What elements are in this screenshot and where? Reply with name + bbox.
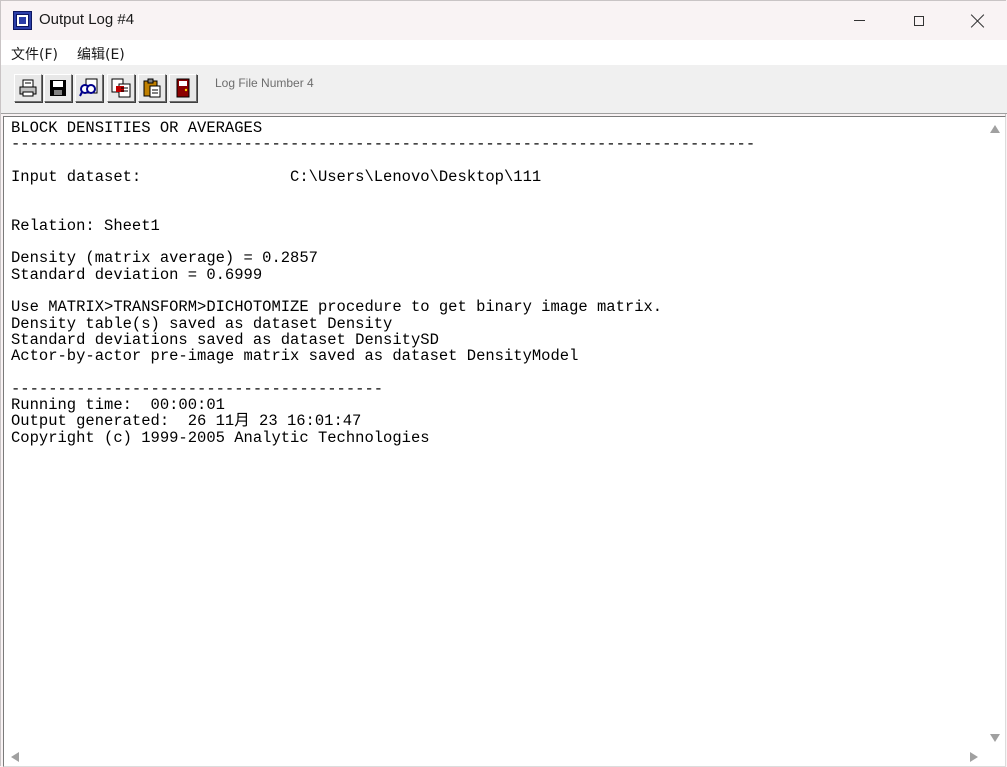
copy-button[interactable] (107, 74, 135, 102)
print-icon (19, 79, 37, 97)
menu-file[interactable]: 文件(F) (11, 44, 58, 64)
log-line: BLOCK DENSITIES OR AVERAGES (11, 119, 263, 137)
print-button[interactable] (14, 74, 42, 102)
log-line: Use MATRIX>TRANSFORM>DICHOTOMIZE procedu… (11, 298, 663, 317)
exit-button[interactable] (169, 74, 197, 102)
title-bar[interactable]: Output Log #4 (1, 1, 1007, 40)
close-button[interactable] (949, 1, 1007, 40)
log-line: Input dataset: C:\Users\Lenovo\Desktop\1… (11, 167, 542, 186)
log-line: Relation: Sheet1 (11, 216, 160, 235)
maximize-icon (914, 15, 924, 26)
minimize-icon (853, 20, 865, 21)
log-line: Standard deviations saved as dataset Den… (11, 330, 439, 349)
paste-button[interactable] (138, 74, 166, 102)
scroll-left-icon[interactable] (11, 752, 19, 762)
menu-edit[interactable]: 编辑(E) (77, 44, 125, 64)
save-button[interactable] (44, 74, 72, 102)
scroll-down-icon[interactable] (990, 734, 1000, 742)
paste-icon (143, 78, 161, 98)
find-button[interactable] (75, 74, 103, 102)
window-title: Output Log #4 (39, 11, 135, 28)
menu-bar: 文件(F) 编辑(E) (1, 40, 1007, 64)
find-icon (79, 78, 98, 97)
toolbar: Log File Number 4 (1, 64, 1007, 114)
log-line: Actor-by-actor pre-image matrix saved as… (11, 347, 579, 366)
scroll-up-icon[interactable] (990, 125, 1000, 133)
copy-icon (111, 78, 131, 98)
log-output-area[interactable]: BLOCK DENSITIES OR AVERAGES ------------… (3, 116, 1006, 767)
minimize-button[interactable] (830, 1, 888, 40)
log-line: Standard deviation = 0.6999 (11, 265, 263, 284)
log-line: Density (matrix average) = 0.2857 (11, 249, 318, 268)
save-icon (50, 80, 66, 96)
log-line: Output generated: 26 11月 23 16:01:47 (11, 412, 362, 431)
scrollbar-corner (985, 747, 1005, 766)
exit-icon (176, 78, 190, 98)
log-line: ----------------------------------------… (11, 135, 756, 154)
vertical-scrollbar[interactable] (985, 117, 1005, 747)
log-line: Running time: 00:00:01 (11, 396, 225, 415)
log-text: BLOCK DENSITIES OR AVERAGES ------------… (11, 120, 755, 446)
log-file-number-label: Log File Number 4 (215, 76, 314, 90)
maximize-button[interactable] (890, 1, 948, 40)
horizontal-scrollbar[interactable] (4, 747, 985, 766)
ucinet-app-icon[interactable] (13, 11, 32, 30)
log-line: ---------------------------------------- (11, 379, 384, 398)
close-icon (971, 14, 985, 28)
log-line: Density table(s) saved as dataset Densit… (11, 314, 393, 333)
scroll-right-icon[interactable] (970, 752, 978, 762)
log-line: Copyright (c) 1999-2005 Analytic Technol… (11, 428, 430, 447)
output-log-window: Output Log #4 文件(F) 编辑(E) Log File Numbe… (0, 0, 1007, 767)
